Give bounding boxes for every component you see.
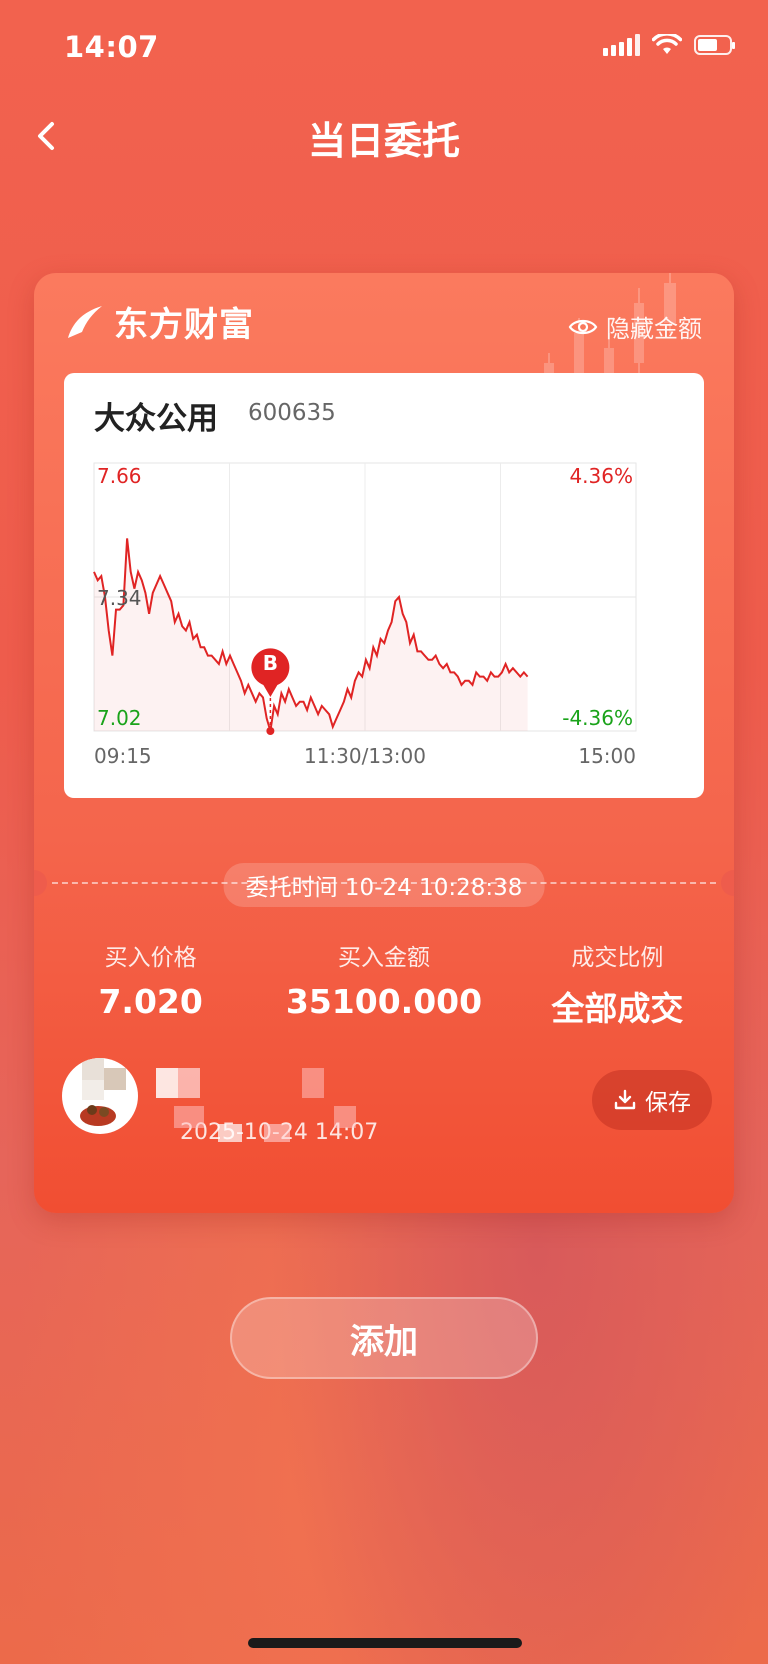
hide-amount-label: 隐藏金额	[606, 315, 702, 343]
status-icons	[603, 34, 735, 56]
order-time-pill: 委托时间 10-24 10:28:38	[223, 863, 545, 907]
brand-logo: 东方财富	[64, 297, 254, 346]
avatar	[62, 1058, 138, 1134]
user-row: 2025-10-24 14:07 保存	[62, 1058, 712, 1158]
y-label-pct-low: -4.36%	[562, 706, 633, 730]
hide-amount-toggle[interactable]: 隐藏金额	[568, 309, 702, 344]
eastmoney-logo-icon	[68, 305, 102, 338]
masked-timestamp-overlay	[174, 1106, 356, 1142]
intraday-chart: 7.66 7.34 7.02 4.36% -4.36% 09:15 11:30/13:00 1…	[93, 462, 637, 768]
y-label-low: 7.02	[97, 706, 142, 730]
x-label-open: 09:15	[94, 744, 152, 768]
stat-value: 7.020	[98, 982, 203, 1021]
save-button[interactable]: 保存	[592, 1070, 712, 1130]
buy-marker-label: B	[263, 651, 278, 675]
stat-label: 买入金额	[337, 945, 430, 971]
ticket-divider: 委托时间 10-24 10:28:38	[34, 863, 734, 907]
stat-buy-price: 买入价格 7.020	[34, 938, 267, 1030]
stat-fill-ratio: 成交比例 全部成交	[501, 938, 734, 1030]
stat-buy-amount: 买入金额 35100.000	[267, 938, 500, 1030]
avatar-image	[80, 1058, 126, 1126]
status-bar: 14:07	[0, 0, 768, 96]
stock-chart-panel: 大众公用 600635 7.66 7.34 7.02 4.36% -4.36% 09:15…	[64, 373, 704, 798]
stat-value: 全部成交	[551, 989, 684, 1028]
eye-icon	[568, 319, 598, 334]
add-button[interactable]: 添加	[230, 1297, 538, 1379]
buy-point	[266, 727, 275, 735]
brand-name: 东方财富	[114, 305, 254, 345]
x-label-close: 15:00	[578, 744, 636, 768]
battery-icon	[694, 35, 735, 55]
order-stats: 买入价格 7.020 买入金额 35100.000 成交比例 全部成交	[34, 938, 734, 1030]
price-area	[94, 538, 528, 731]
home-indicator	[248, 1638, 522, 1648]
status-time: 14:07	[64, 30, 159, 64]
stat-value: 35100.000	[285, 982, 483, 1021]
nav-bar: 当日委托	[0, 100, 768, 174]
stat-label: 成交比例	[571, 945, 664, 971]
y-label-pct-high: 4.36%	[569, 464, 633, 488]
stat-label: 买入价格	[104, 945, 197, 971]
y-label-mid: 7.34	[97, 586, 142, 610]
save-label: 保存	[645, 1090, 691, 1116]
page-title: 当日委托	[307, 119, 460, 163]
x-label-midday: 11:30/13:00	[304, 744, 426, 768]
order-share-card: 东方财富 隐藏金额 大众公用 600635 7.66 7.34 7.02 4.36% -…	[34, 273, 734, 1213]
download-icon	[614, 1089, 636, 1110]
y-label-high: 7.66	[97, 464, 142, 488]
wifi-icon	[652, 34, 682, 54]
masked-username	[156, 1068, 324, 1098]
signal-icon	[603, 34, 640, 56]
